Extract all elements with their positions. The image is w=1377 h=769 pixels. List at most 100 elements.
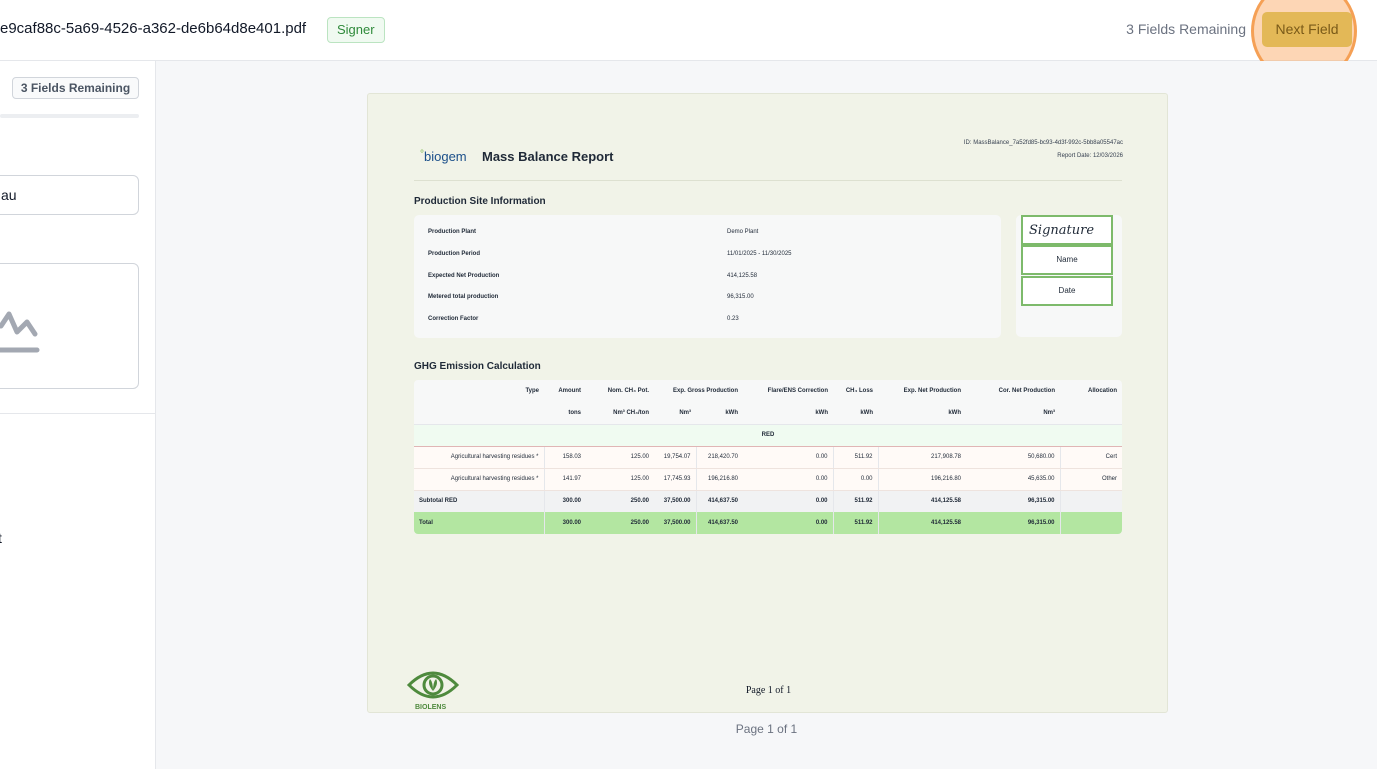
table-cell: Subtotal RED	[414, 490, 544, 512]
table-cell: 50,680.00	[966, 446, 1061, 469]
table-cell: 45,635.00	[966, 468, 1061, 491]
site-info-box: Production Plant Demo Plant Production Pe…	[414, 215, 1001, 338]
fields-remaining-label: 3 Fields Remaining	[1126, 21, 1246, 37]
unit-cell	[414, 402, 544, 424]
info-value: 414,125.58	[727, 273, 758, 279]
report-date: Report Date: 12/03/2026	[1057, 153, 1123, 159]
table-unit-row: tons Nm³ CH₄/ton Nm³ kWh kWh kWh kWh Nm³	[414, 402, 1122, 424]
viewer-page-indicator: Page 1 of 1	[735, 722, 798, 736]
table-cell: 511.92	[832, 512, 879, 534]
table-cell: 141.97	[543, 468, 586, 491]
unit-cell: kWh	[860, 409, 874, 416]
unit-cell: Nm³ CH₄/ton	[613, 409, 649, 416]
info-label: Correction Factor	[428, 316, 479, 322]
table-cell: 414,125.58	[877, 490, 967, 512]
info-label: Production Plant	[428, 229, 476, 235]
report-title: Mass Balance Report	[482, 149, 614, 164]
table-cell: 300.00	[543, 512, 586, 534]
table-cell: 125.00	[586, 468, 654, 491]
table-header-row: Type Amount Nom. CH₄ Pot. Exp. Gross Pro…	[414, 380, 1122, 402]
info-value: Demo Plant	[727, 229, 759, 235]
table-group-row: RED	[414, 423, 1122, 447]
table-cell: 37,500.00	[654, 490, 696, 512]
document-viewer: °biogem Mass Balance Report ID: MassBala…	[156, 61, 1377, 769]
unit-cell: Nm³	[679, 409, 691, 416]
col-header: CH₄ Loss	[845, 388, 874, 394]
subtotal-row: Subtotal RED 300.00 250.00 37,500.00 414…	[414, 490, 1122, 512]
site-info-title: Production Site Information	[414, 196, 546, 207]
signature-fields-box: Signature Name Date	[1016, 215, 1122, 337]
unit-cell: kWh	[815, 409, 829, 416]
table-cell: Agricultural harvesting residues *	[414, 468, 544, 491]
table-cell: 96,315.00	[966, 512, 1061, 534]
table-cell: 250.00	[586, 490, 654, 512]
header-divider	[414, 180, 1122, 181]
table-cell: 414,637.50	[695, 490, 744, 512]
unit-cell: tons	[568, 409, 581, 416]
table-cell: 17,745.93	[654, 468, 696, 491]
col-header: Allocation	[1088, 388, 1118, 394]
table-cell: 0.00	[743, 490, 834, 512]
pdf-page-number: Page 1 of 1	[745, 685, 792, 696]
col-header: Cor. Net Production	[998, 388, 1056, 394]
table-cell: 300.00	[543, 490, 586, 512]
col-header: Nom. CH₄ Pot.	[607, 388, 649, 394]
name-input[interactable]: au	[0, 175, 139, 215]
col-header: Exp. Net Production	[903, 388, 962, 394]
table-cell: 96,315.00	[966, 490, 1061, 512]
sidebar-divider	[0, 413, 156, 414]
name-field[interactable]: Name	[1021, 245, 1113, 275]
fields-sidebar: 3 Fields Remaining au t	[0, 61, 156, 769]
report-id: ID: MassBalance_7a52fd85-bc93-4d3f-992c-…	[963, 140, 1123, 146]
col-header: Flare/ENS Correction	[767, 388, 829, 394]
info-value: 96,315.00	[727, 294, 754, 300]
signature-pad[interactable]	[0, 263, 139, 389]
table-cell: 196,216.80	[877, 468, 967, 491]
unit-cell: Nm³	[1043, 409, 1056, 416]
unit-cell: kWh	[725, 409, 739, 416]
table-cell: 0.00	[832, 468, 879, 491]
table-cell: 218,420.70	[695, 446, 744, 469]
table-cell: 158.03	[543, 446, 586, 469]
ghg-title: GHG Emission Calculation	[414, 361, 541, 372]
info-label: Metered total production	[428, 294, 499, 300]
table-cell: 0.00	[743, 512, 834, 534]
signature-field[interactable]: Signature	[1021, 215, 1113, 245]
sidebar-item-text: t	[0, 530, 2, 546]
unit-cell	[1060, 402, 1122, 424]
sidebar-progress-bar	[0, 114, 139, 118]
top-bar: e9caf88c-5a69-4526-a362-de6b64d8e401.pdf…	[0, 0, 1377, 84]
unit-cell: kWh	[948, 409, 962, 416]
table-cell	[1059, 512, 1122, 534]
table-cell: 414,125.58	[877, 512, 967, 534]
table-cell: Agricultural harvesting residues *	[414, 446, 544, 469]
col-header: Amount	[558, 388, 581, 394]
total-row: Total 300.00 250.00 37,500.00 414,637.50…	[414, 512, 1122, 534]
info-label: Expected Net Production	[428, 273, 500, 279]
info-value: 11/01/2025 - 11/30/2025	[727, 251, 792, 257]
next-field-button[interactable]: Next Field	[1262, 12, 1352, 47]
table-cell: 511.92	[832, 446, 879, 469]
table-cell: 0.00	[743, 468, 834, 491]
table-cell: 196,216.80	[695, 468, 744, 491]
table-cell: Cert	[1059, 446, 1122, 469]
table-cell: 37,500.00	[654, 512, 696, 534]
role-badge: Signer	[327, 17, 385, 43]
table-cell: 414,637.50	[695, 512, 744, 534]
table-cell: 250.00	[586, 512, 654, 534]
table-cell: Other	[1059, 468, 1122, 491]
table-cell: 0.00	[743, 446, 834, 469]
biogem-logo: °biogem	[420, 149, 467, 164]
date-field[interactable]: Date	[1021, 276, 1113, 306]
table-row: Agricultural harvesting residues * 141.9…	[414, 468, 1122, 491]
table-cell	[1059, 490, 1122, 512]
logo-text: biogem	[424, 149, 467, 164]
biolens-logo-text: BIOLENS	[415, 704, 447, 711]
pdf-page: °biogem Mass Balance Report ID: MassBala…	[367, 93, 1168, 713]
table-cell: 217,908.78	[877, 446, 967, 469]
info-label: Production Period	[428, 251, 481, 257]
ghg-table: Type Amount Nom. CH₄ Pot. Exp. Gross Pro…	[414, 380, 1122, 534]
table-row: Agricultural harvesting residues * 158.0…	[414, 446, 1122, 469]
table-cell: 125.00	[586, 446, 654, 469]
sidebar-fields-remaining-badge: 3 Fields Remaining	[12, 77, 139, 99]
